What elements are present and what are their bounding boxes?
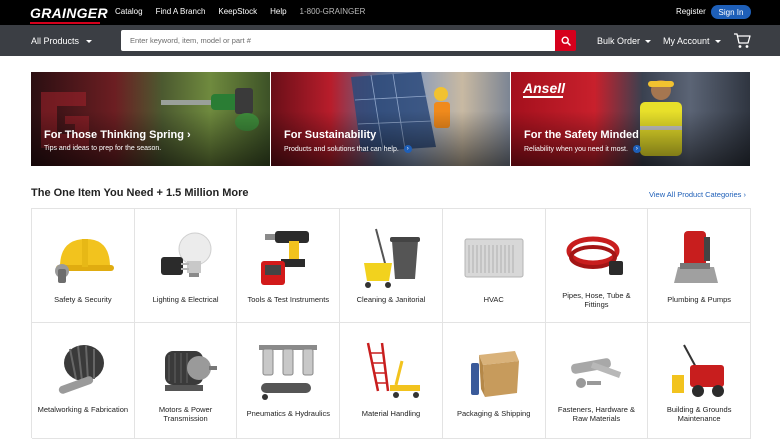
chevron-right-icon: ›: [187, 129, 191, 141]
search-button[interactable]: [555, 30, 576, 51]
category-label: Cleaning & Janitorial: [356, 295, 426, 304]
category-label: Safety & Security: [54, 295, 112, 304]
category-label: Packaging & Shipping: [457, 409, 531, 418]
logo-stripe: [30, 22, 100, 24]
cart-icon[interactable]: [733, 32, 751, 49]
category-tile-safety[interactable]: Safety & Security: [32, 209, 135, 323]
my-account-menu[interactable]: My Account: [663, 36, 721, 46]
category-label: Material Handling: [361, 409, 421, 418]
category-label: Pneumatics & Hydraulics: [246, 409, 330, 418]
arrow-right-icon[interactable]: ›: [632, 145, 641, 153]
category-tile-fasteners[interactable]: Fasteners, Hardware & Raw Materials: [545, 323, 649, 439]
view-all-categories-link[interactable]: View All Product Categories ›: [649, 190, 746, 199]
category-label: Pipes, Hose, Tube & Fittings: [562, 291, 631, 309]
promo-subtitle: Tips and ideas to prep for the season.: [44, 145, 162, 152]
cutter-icon: [58, 345, 104, 394]
mop-bucket-icon: [363, 228, 420, 288]
pump-icon: [674, 231, 719, 283]
category-tile-tools[interactable]: Tools & Test Instruments: [237, 209, 341, 323]
category-label: Metalworking & Fabrication: [37, 405, 129, 414]
category-grid: Safety & Security Lighting & Electrical …: [31, 208, 751, 439]
promo-banners: For Those Thinking Spring › Tips and ide…: [31, 72, 751, 166]
promo-banner-sustainability[interactable]: For Sustainability Products and solution…: [271, 72, 510, 166]
hard-hat-icon: [54, 239, 114, 283]
air-conditioner-icon: [464, 238, 524, 278]
ansell-logo-underline: [523, 96, 563, 98]
promo-subtitle: Reliability when you need it most. ›: [524, 145, 641, 153]
category-label: Building & Grounds Maintenance: [666, 405, 732, 423]
category-tile-lighting[interactable]: Lighting & Electrical: [134, 209, 238, 323]
promo-title: For the Safety Minded: [524, 129, 639, 141]
my-account-label: My Account: [663, 36, 710, 46]
motor-icon: [164, 351, 217, 391]
phone-number[interactable]: 1-800-GRAINGER: [300, 7, 366, 16]
category-tile-building[interactable]: Building & Grounds Maintenance: [648, 323, 751, 439]
category-tile-metalworking[interactable]: Metalworking & Fabrication: [32, 323, 135, 439]
promo-title: For Those Thinking Spring ›: [44, 129, 191, 141]
top-links: Catalog Find A Branch KeepStock Help 1-8…: [115, 7, 365, 16]
category-label: Fasteners, Hardware & Raw Materials: [557, 405, 635, 423]
top-link-keepstock[interactable]: KeepStock: [218, 7, 257, 16]
sign-in-button[interactable]: Sign In: [711, 5, 751, 19]
chevron-right-icon: ›: [743, 190, 747, 199]
promo-subtitle: Products and solutions that can help. ›: [284, 145, 412, 153]
search-input[interactable]: [121, 30, 556, 51]
top-link-help[interactable]: Help: [270, 7, 286, 16]
register-link[interactable]: Register: [676, 7, 706, 16]
category-tile-pneumatics[interactable]: Pneumatics & Hydraulics: [237, 323, 341, 439]
chevron-down-icon: [86, 39, 93, 43]
bulk-order-menu[interactable]: Bulk Order: [597, 36, 652, 46]
category-label: HVAC: [483, 295, 504, 304]
ansell-logo: Ansell: [523, 80, 566, 96]
pallet-jack-icon: [366, 342, 420, 398]
hose-icon: [566, 236, 624, 275]
bulk-order-label: Bulk Order: [597, 36, 641, 46]
search-icon: [560, 35, 571, 46]
top-link-find-branch[interactable]: Find A Branch: [156, 7, 206, 16]
category-label: Plumbing & Pumps: [667, 295, 732, 304]
category-tile-packaging[interactable]: Packaging & Shipping: [442, 323, 546, 439]
category-label: Lighting & Electrical: [152, 295, 219, 304]
chevron-down-icon: [645, 39, 652, 43]
category-label: Tools & Test Instruments: [247, 295, 330, 304]
categories-heading: The One Item You Need + 1.5 Million More: [31, 187, 249, 199]
snow-blower-icon: [672, 344, 725, 397]
top-link-catalog[interactable]: Catalog: [115, 7, 143, 16]
all-products-label: All Products: [31, 36, 80, 46]
light-bulb-icon: [160, 232, 212, 277]
promo-banner-safety[interactable]: Ansell For the Safety Minded Reliability…: [511, 72, 750, 166]
grainger-logo[interactable]: GRAINGER: [30, 4, 108, 24]
top-bar: GRAINGER Catalog Find A Branch KeepStock…: [0, 0, 780, 25]
arrow-right-icon[interactable]: ›: [403, 145, 412, 153]
drill-icon: [261, 231, 310, 285]
category-tile-cleaning[interactable]: Cleaning & Janitorial: [340, 209, 443, 323]
category-label: Motors & Power Transmission: [158, 405, 213, 423]
category-tile-pipes[interactable]: Pipes, Hose, Tube & Fittings: [545, 209, 649, 323]
main-nav-bar: All Products Bulk Order My Account: [0, 25, 780, 56]
category-tile-hvac[interactable]: HVAC: [442, 209, 546, 323]
promo-title: For Sustainability: [284, 129, 377, 141]
category-tile-motors[interactable]: Motors & Power Transmission: [134, 323, 238, 439]
promo-banner-spring[interactable]: For Those Thinking Spring › Tips and ide…: [31, 72, 270, 166]
box-icon: [470, 351, 519, 397]
category-tile-material-handling[interactable]: Material Handling: [340, 323, 443, 439]
category-tile-plumbing[interactable]: Plumbing & Pumps: [648, 209, 751, 323]
chevron-down-icon: [714, 39, 721, 43]
search-box: [121, 30, 556, 51]
all-products-menu[interactable]: All Products: [31, 36, 93, 46]
hardware-icon: [571, 358, 622, 388]
pneumatic-icon: [259, 345, 318, 400]
logo-text: GRAINGER: [30, 4, 108, 21]
